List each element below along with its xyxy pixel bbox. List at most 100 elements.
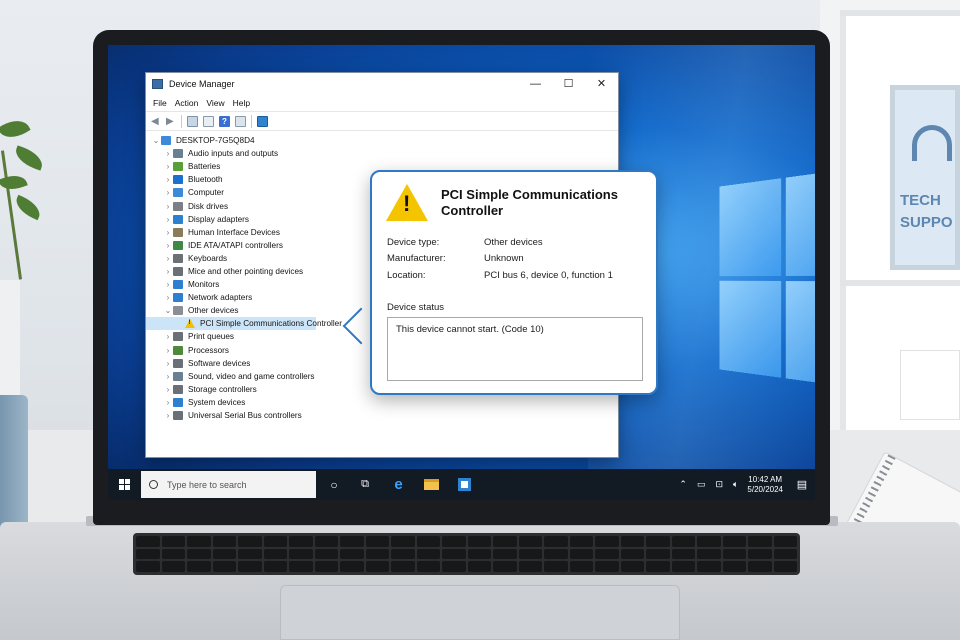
trackpad[interactable] <box>280 585 680 640</box>
chevron-right-icon[interactable]: › <box>163 202 173 211</box>
minimize-button[interactable]: — <box>519 73 552 95</box>
cortana-icon[interactable]: ○ <box>320 469 348 500</box>
chevron-right-icon[interactable]: › <box>163 398 173 407</box>
storage-icon <box>173 384 183 394</box>
tree-category[interactable]: › Universal Serial Bus controllers <box>146 409 618 422</box>
chevron-right-icon[interactable]: › <box>163 175 173 184</box>
keyboard-key <box>467 536 491 547</box>
device-status-box: This device cannot start. (Code 10) <box>387 317 643 381</box>
chevron-right-icon[interactable]: › <box>163 385 173 394</box>
disk-icon <box>173 201 183 211</box>
chevron-right-icon[interactable]: › <box>163 411 173 420</box>
keyboard-key <box>722 548 746 560</box>
keyboard-key <box>773 536 797 547</box>
keyboard-key <box>697 536 721 547</box>
tree-device-label: PCI Simple Communications Controller <box>200 319 342 329</box>
menu-action[interactable]: Action <box>175 98 199 108</box>
property-key: Device type: <box>387 237 440 248</box>
chevron-down-icon[interactable]: ⌄ <box>163 306 173 315</box>
keyboard-key <box>365 561 389 572</box>
chevron-right-icon[interactable]: › <box>163 228 173 237</box>
keyboard-key <box>697 561 721 572</box>
properties-icon[interactable] <box>187 115 198 127</box>
start-button[interactable] <box>108 469 141 500</box>
keyboard-key <box>518 536 542 547</box>
tree-category-label: Bluetooth <box>188 175 223 185</box>
tree-category-label: Other devices <box>188 306 239 316</box>
chevron-right-icon[interactable]: › <box>163 241 173 250</box>
clock[interactable]: 10:42 AM 5/20/2024 <box>747 475 783 495</box>
help-icon[interactable]: ? <box>219 115 230 127</box>
taskbar-search-input[interactable]: Type here to search <box>141 471 316 498</box>
keyboard-key <box>238 548 262 560</box>
menu-help[interactable]: Help <box>233 98 250 108</box>
title-bar[interactable]: Device Manager — ☐ ✕ <box>146 73 618 95</box>
edge-icon[interactable]: e <box>382 469 415 500</box>
chevron-up-icon[interactable]: ⌃ <box>679 479 687 490</box>
plant-leaf <box>12 194 44 221</box>
keyboard-key <box>340 548 364 560</box>
keyboard-key <box>212 536 236 547</box>
forward-arrow-icon[interactable]: ▶ <box>166 116 176 127</box>
menu-view[interactable]: View <box>206 98 224 108</box>
device-status-label: Device status <box>387 302 445 313</box>
chevron-right-icon[interactable]: › <box>163 149 173 158</box>
tree-category-label: Print queues <box>188 332 234 342</box>
chevron-right-icon[interactable]: › <box>163 267 173 276</box>
warning-icon <box>185 319 195 329</box>
tree-category-label: Mice and other pointing devices <box>188 266 304 276</box>
keyboard-key <box>136 536 160 547</box>
keyboard-key <box>773 548 797 560</box>
search-icon <box>149 480 158 489</box>
chevron-right-icon[interactable]: › <box>163 332 173 341</box>
chevron-right-icon[interactable]: › <box>163 293 173 302</box>
back-arrow-icon[interactable]: ◀ <box>151 116 161 127</box>
list-view-icon[interactable] <box>203 115 214 127</box>
keyboard-key <box>671 536 695 547</box>
tree-category-label: Human Interface Devices <box>188 227 280 237</box>
chevron-right-icon[interactable]: › <box>163 359 173 368</box>
keyboard-key <box>161 536 185 547</box>
keyboard-key <box>569 561 593 572</box>
notification-icon[interactable]: ▤ <box>789 478 815 491</box>
keyboard-key <box>289 561 313 572</box>
callout-title: PCI Simple Communications Controller <box>441 187 618 218</box>
battery-icon[interactable]: ▭ <box>697 479 706 490</box>
chevron-right-icon[interactable]: › <box>163 188 173 197</box>
storage-box <box>900 350 960 420</box>
tree-root[interactable]: ⌄ DESKTOP-7G5Q8D4 <box>146 134 618 147</box>
task-view-icon[interactable]: ⧉ <box>348 469 382 500</box>
keyboard-key <box>161 548 185 560</box>
volume-icon[interactable]: 🔈︎ <box>733 479 738 490</box>
chevron-right-icon[interactable]: › <box>163 372 173 381</box>
logo-pane <box>785 280 815 389</box>
plant-leaf <box>0 114 31 144</box>
tree-category[interactable]: › System devices <box>146 396 618 409</box>
store-icon[interactable] <box>448 469 481 500</box>
tree-category-label: Audio inputs and outputs <box>188 149 279 159</box>
property-value: Other devices <box>484 237 543 248</box>
keyboard-key <box>595 548 619 560</box>
chevron-right-icon[interactable]: › <box>163 254 173 263</box>
chevron-right-icon[interactable]: › <box>163 215 173 224</box>
keyboard-key <box>722 536 746 547</box>
tree-category-label: IDE ATA/ATAPI controllers <box>188 240 283 250</box>
chevron-right-icon[interactable]: › <box>163 280 173 289</box>
device-list-icon[interactable] <box>235 115 246 127</box>
chevron-down-icon[interactable]: ⌄ <box>151 136 161 145</box>
clock-date: 5/20/2024 <box>747 484 783 494</box>
chevron-right-icon[interactable]: › <box>163 346 173 355</box>
keyboard-key <box>748 536 772 547</box>
tree-category[interactable]: › Audio inputs and outputs <box>146 147 618 160</box>
menu-file[interactable]: File <box>153 98 167 108</box>
keyboard-key <box>416 536 440 547</box>
scan-hardware-icon[interactable] <box>257 115 268 127</box>
close-button[interactable]: ✕ <box>585 73 618 95</box>
maximize-button[interactable]: ☐ <box>552 73 585 95</box>
plant-pot <box>0 280 20 410</box>
file-explorer-icon[interactable] <box>415 469 448 500</box>
chevron-right-icon[interactable]: › <box>163 162 173 171</box>
tree-device-pci-controller[interactable]: PCI Simple Communications Controller <box>146 317 342 331</box>
network-icon[interactable]: ⊡ <box>715 479 723 490</box>
keyboard-key <box>493 548 517 560</box>
